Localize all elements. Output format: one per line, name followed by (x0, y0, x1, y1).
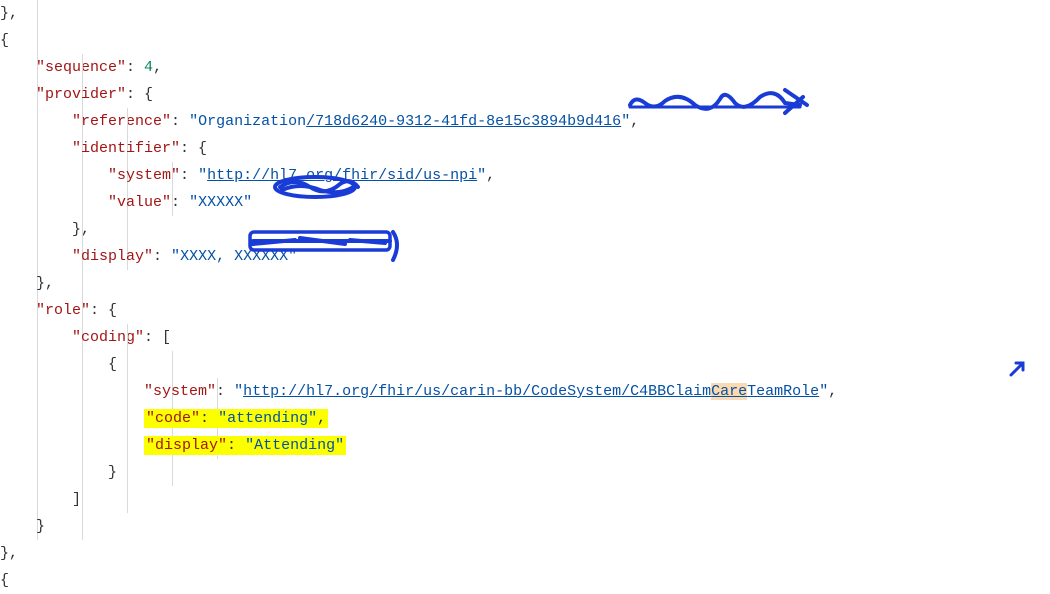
highlight: "code": "attending", (144, 409, 328, 428)
quote: " (189, 113, 198, 130)
role-system-link[interactable]: http://hl7.org/fhir/us/carin-bb/CodeSyst… (243, 383, 819, 400)
json-key: "reference" (72, 113, 171, 130)
json-code-block: }, { "sequence": 4, "provider": { "refer… (0, 0, 1050, 594)
quote: " (171, 248, 180, 265)
code-line: "display": "XXXX, XXXXXX" (0, 243, 1050, 270)
code-line: } (0, 513, 1050, 540)
code-line: }, (0, 270, 1050, 297)
code-line: ] (0, 486, 1050, 513)
redacted-display: XXXX, XXXXXX (180, 248, 288, 265)
reference-link[interactable]: /718d6240-9312-41fd-8e1 (306, 113, 513, 130)
json-key: "coding" (72, 329, 144, 346)
search-highlight: Care (711, 383, 747, 400)
redacted-value: XXXXX (198, 194, 243, 211)
json-key: "value" (108, 194, 171, 211)
quote: " (288, 248, 297, 265)
quote: " (234, 383, 243, 400)
code-line: "sequence": 4, (0, 54, 1050, 81)
code-line: "role": { (0, 297, 1050, 324)
json-key: "identifier" (72, 140, 180, 157)
code-line: "coding": [ (0, 324, 1050, 351)
quote: " (477, 167, 486, 184)
quote: " (621, 113, 630, 130)
code-line: { (0, 567, 1050, 594)
quote: " (198, 167, 207, 184)
code-line: } (0, 459, 1050, 486)
quote: " (189, 194, 198, 211)
quote: " (819, 383, 828, 400)
code-line: }, (0, 216, 1050, 243)
highlight: "display": "Attending" (144, 436, 346, 455)
json-key: "code" (146, 410, 200, 427)
json-key: "role" (36, 302, 90, 319)
code-line: { (0, 27, 1050, 54)
code-line: "identifier": { (0, 135, 1050, 162)
reference-link-redacted[interactable]: 5c3894b9d416 (513, 113, 621, 130)
json-key: "system" (108, 167, 180, 184)
json-key: "display" (72, 248, 153, 265)
json-string: Organization (198, 113, 306, 130)
json-key: "system" (144, 383, 216, 400)
json-key: "provider" (36, 86, 126, 103)
quote: " (243, 194, 252, 211)
code-line: "code": "attending", (0, 405, 1050, 432)
code-line: "system": "http://hl7.org/fhir/us/carin-… (0, 378, 1050, 405)
json-string: "Attending" (245, 437, 344, 454)
code-line: "value": "XXXXX" (0, 189, 1050, 216)
json-string: "attending" (218, 410, 317, 427)
json-number: 4 (144, 59, 153, 76)
code-line: { (0, 351, 1050, 378)
code-line: "display": "Attending" (0, 432, 1050, 459)
code-line: "provider": { (0, 81, 1050, 108)
code-line: }, (0, 540, 1050, 567)
json-key: "display" (146, 437, 227, 454)
code-line: "reference": "Organization/718d6240-9312… (0, 108, 1050, 135)
code-line: "system": "http://hl7.org/fhir/sid/us-np… (0, 162, 1050, 189)
code-line: }, (0, 0, 1050, 27)
npi-system-link[interactable]: http://hl7.org/fhir/sid/us-npi (207, 167, 477, 184)
